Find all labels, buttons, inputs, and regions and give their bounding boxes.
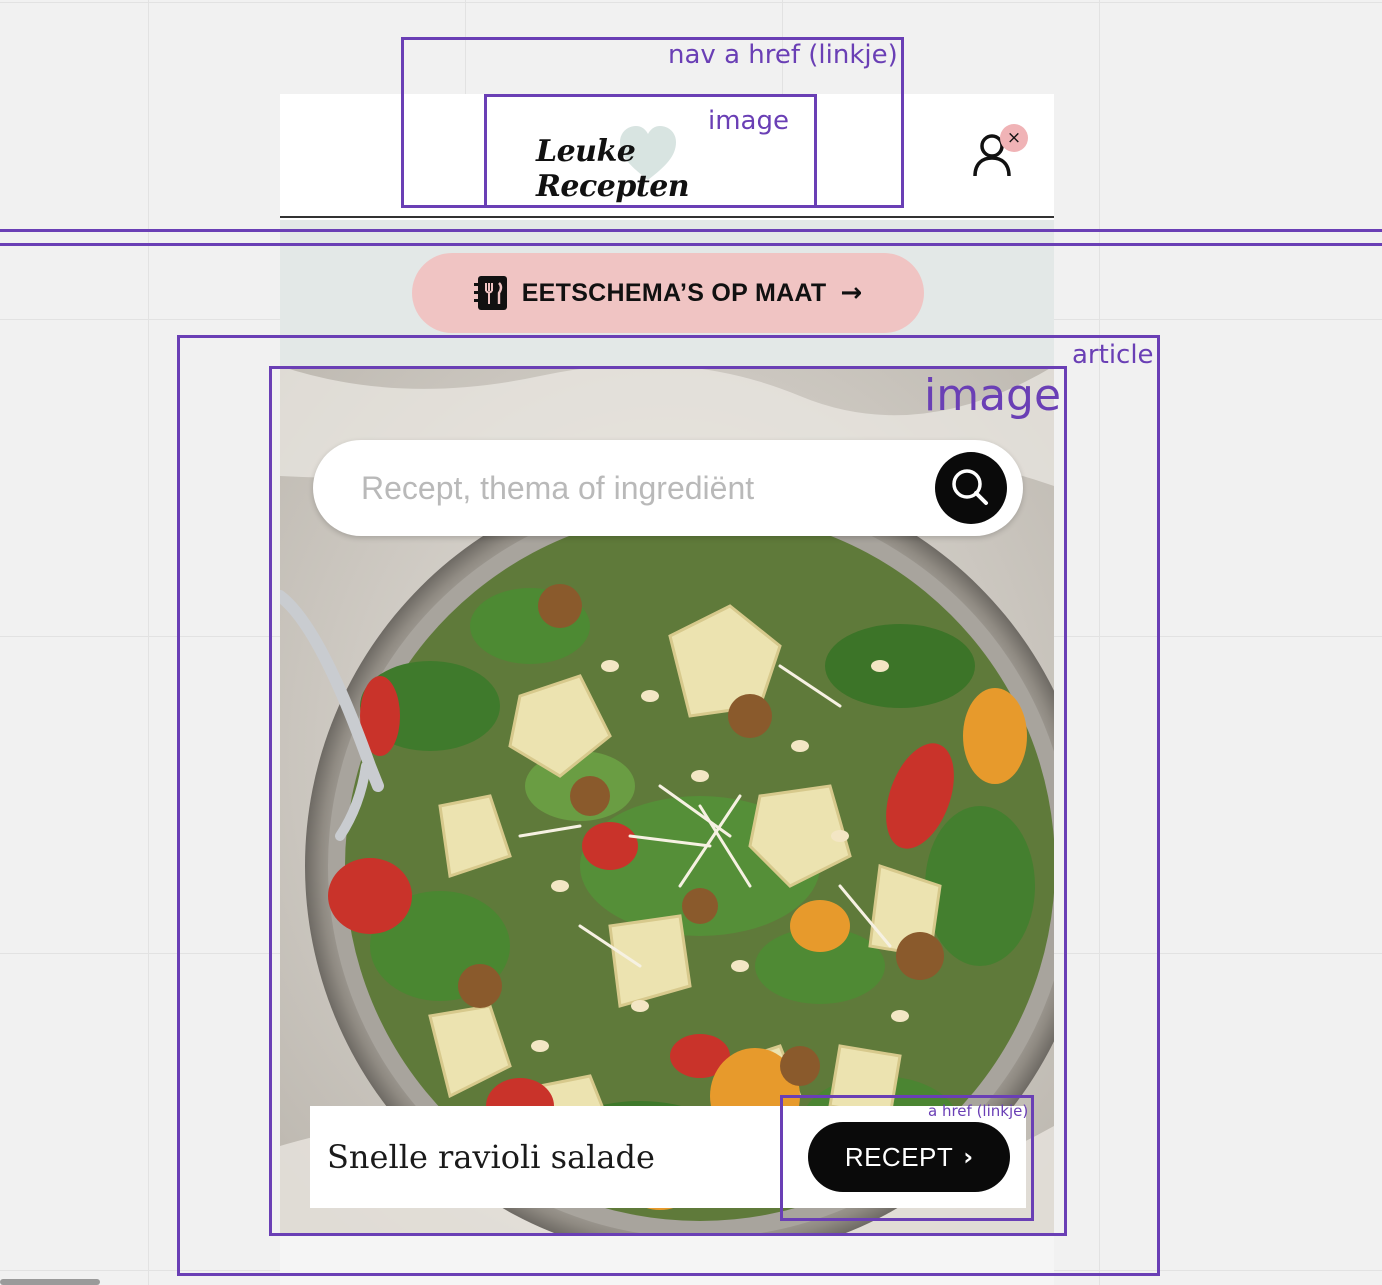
meal-plan-button[interactable]: EETSCHEMA’S OP MAAT → bbox=[412, 253, 924, 333]
arrow-right-icon: → bbox=[840, 278, 863, 308]
annotation-image-label: image bbox=[924, 370, 1062, 421]
horizontal-scrollbar[interactable] bbox=[0, 1279, 100, 1285]
meal-plan-label: EETSCHEMA’S OP MAAT bbox=[521, 278, 827, 307]
annotation-nav-label: nav a href (linkje) bbox=[668, 40, 898, 70]
close-icon[interactable]: × bbox=[1000, 124, 1028, 152]
annotation-divider-frame bbox=[0, 229, 1382, 246]
meal-planner-icon bbox=[473, 276, 507, 310]
annotation-recept-label: a href (linkje) bbox=[928, 1102, 1029, 1120]
annotation-logo-label: image bbox=[708, 106, 789, 136]
annotation-article-label: article bbox=[1072, 340, 1154, 370]
